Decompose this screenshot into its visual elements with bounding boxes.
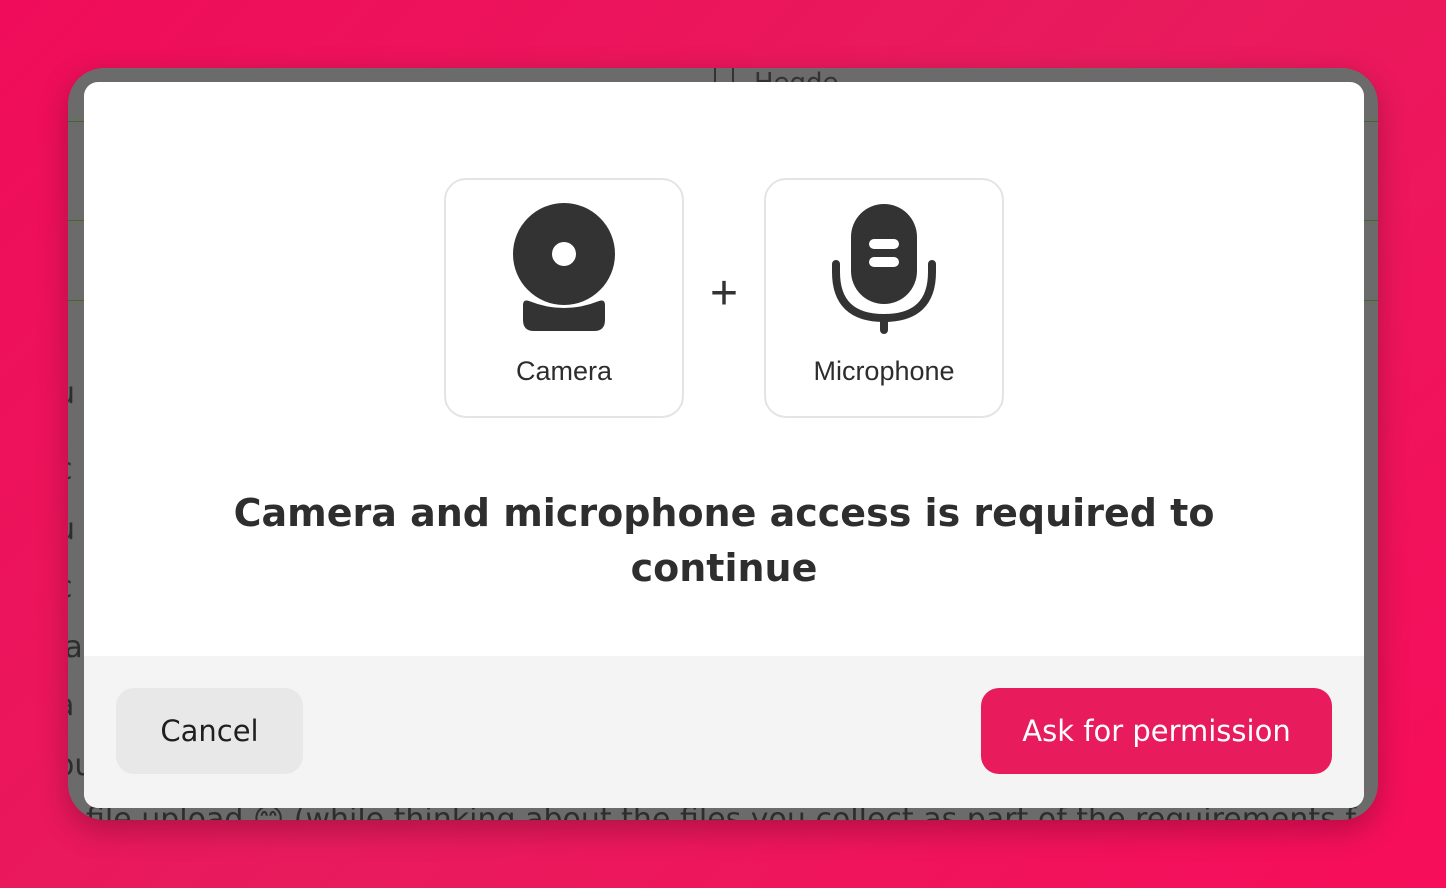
permission-dialog: Camera + Microphone Camera and microphon…	[84, 82, 1364, 808]
ask-permission-button[interactable]: Ask for permission	[981, 688, 1332, 774]
camera-card: Camera	[444, 178, 684, 418]
plus-separator: +	[709, 267, 739, 320]
dialog-title: Camera and microphone access is required…	[233, 491, 1215, 590]
app-window: Hegde u c u c la a ou e file upload 😊 (w…	[68, 68, 1378, 820]
cancel-button[interactable]: Cancel	[116, 688, 303, 774]
microphone-card: Microphone	[764, 178, 1004, 418]
background-text-fragment: c	[68, 452, 73, 487]
device-cards: Camera + Microphone	[444, 178, 1004, 418]
background-text-fragment: c	[68, 570, 73, 605]
background-text-fragment: u	[68, 512, 75, 547]
microphone-label: Microphone	[813, 356, 955, 386]
dialog-footer: Cancel Ask for permission	[84, 656, 1364, 808]
camera-label: Camera	[515, 356, 613, 386]
camera-icon	[513, 203, 615, 331]
microphone-icon	[832, 204, 936, 334]
background-text-fragment: a	[68, 688, 74, 723]
background-text-fragment: la	[68, 630, 83, 665]
background-text-fragment: u	[68, 376, 75, 411]
